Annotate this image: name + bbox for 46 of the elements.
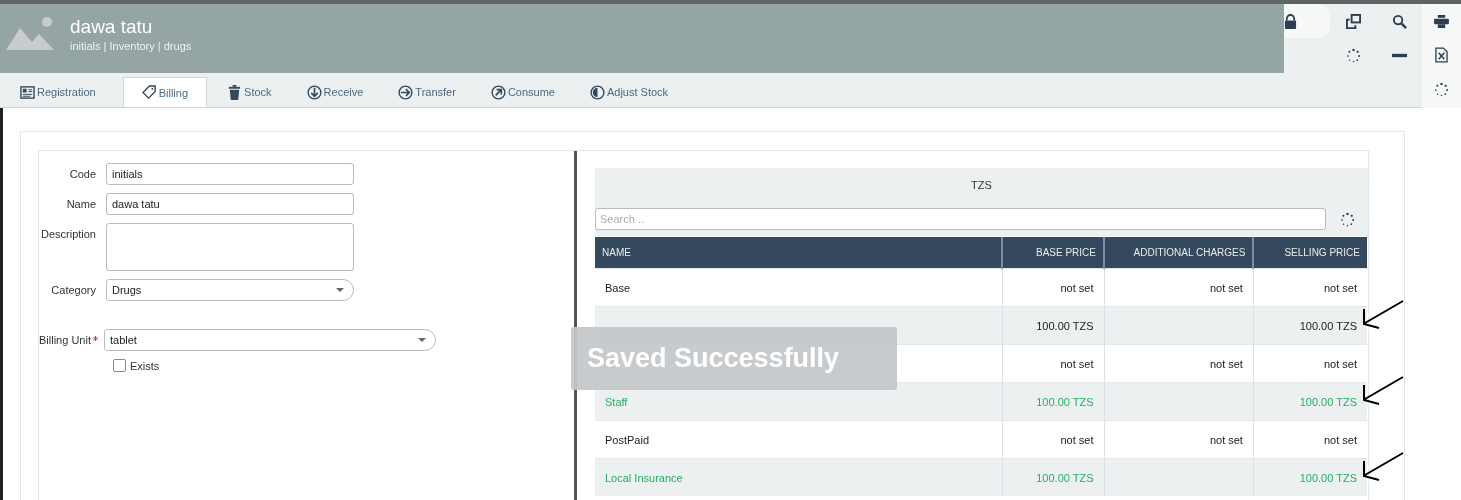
right-arrow-icon: [398, 84, 414, 100]
field-label: Category: [50, 283, 97, 298]
table-cell: 100.00 TZS: [1253, 458, 1367, 496]
field-label: Billing Unit: [39, 333, 91, 348]
table-cell: 100.00 TZS: [1002, 306, 1104, 345]
text-field[interactable]: initials: [106, 163, 354, 185]
column-header: ADDITIONAL CHARGES: [1104, 237, 1254, 269]
breadcrumb: initials | Inventory | drugs: [70, 40, 193, 52]
tab[interactable]: Adjust Stock: [581, 77, 684, 107]
table-cell: 100.00 TZS: [1002, 458, 1104, 496]
printer-icon: [1434, 14, 1449, 28]
lock-icon: [1284, 13, 1297, 29]
column-header: SELLING PRICE: [1253, 237, 1367, 269]
table-cell: Local Insurance: [595, 458, 1003, 496]
id-card-icon: [20, 84, 35, 100]
column-header: BASE PRICE: [1002, 237, 1104, 269]
field-label: Code: [68, 167, 97, 182]
trash-icon: [227, 84, 243, 100]
spreadsheet-file-icon: [1435, 47, 1448, 63]
search-icon: [1391, 13, 1407, 29]
image-placeholder-icon: [6, 16, 56, 50]
tab[interactable]: Billing: [122, 77, 208, 107]
checkbox[interactable]: Exists: [113, 359, 160, 372]
half-circle-icon: [589, 84, 605, 100]
table-cell: 100.00 TZS: [1002, 382, 1104, 421]
lock-button[interactable]: [1284, 4, 1330, 38]
minus-icon: [1390, 52, 1408, 58]
tag-icon: [141, 85, 157, 100]
field-label: Description: [39, 227, 97, 242]
tab[interactable]: Registration: [12, 77, 111, 107]
spinner-icon: [1339, 211, 1355, 227]
record-title: dawa tatu: [70, 16, 154, 38]
down-arrow-icon: [306, 84, 322, 100]
tab[interactable]: Receive: [298, 77, 379, 107]
tab[interactable]: Consume: [482, 77, 570, 107]
tab[interactable]: Transfer: [390, 77, 471, 107]
table-cell: 100.00 TZS: [1253, 306, 1367, 345]
currency-header: TZS: [595, 168, 1368, 202]
field-label: Name: [65, 197, 97, 212]
spinner-icon: [1345, 47, 1361, 63]
tab[interactable]: Stock: [219, 77, 287, 107]
restore-icon: [1345, 13, 1361, 29]
text-field[interactable]: dawa tatu: [106, 193, 354, 215]
table-cell: 100.00 TZS: [1253, 382, 1367, 421]
column-header: NAME: [595, 237, 1003, 269]
spinner-icon: [1434, 81, 1449, 97]
